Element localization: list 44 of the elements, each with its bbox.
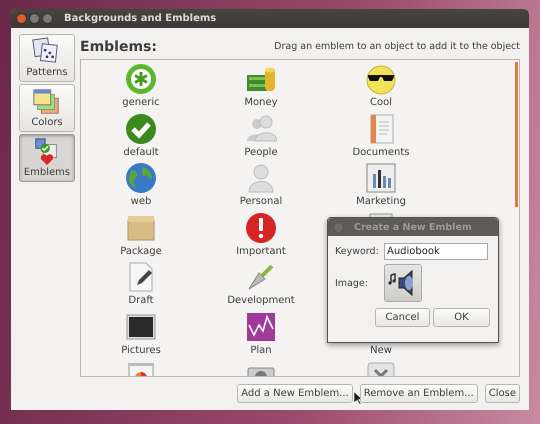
mouse-pointer-icon <box>352 390 363 406</box>
emblem-label: Cool <box>370 97 392 108</box>
emblem-label: Money <box>244 97 278 108</box>
emblem-label: Important <box>236 246 286 256</box>
dialog-button[interactable]: Close <box>484 384 520 403</box>
exclamation-icon[interactable] <box>245 212 277 244</box>
sidebar-tab[interactable]: Colors <box>19 84 75 132</box>
globe-icon[interactable] <box>125 162 157 194</box>
window-title: Backgrounds and Emblems <box>64 13 216 24</box>
emblem-label: Package <box>120 246 162 256</box>
minimize-button[interactable] <box>29 13 40 24</box>
field-label: Image: <box>335 278 369 288</box>
emblem-label: People <box>244 146 278 158</box>
dialog-title: Create a New Emblem <box>354 222 472 232</box>
field-label: Keyword: <box>335 246 380 257</box>
emblem-label: default <box>123 146 159 158</box>
emblem-label: Development <box>227 295 295 306</box>
keyword-field[interactable]: Audiobook <box>384 243 488 260</box>
dialog-button[interactable]: Cancel <box>375 308 430 327</box>
dialog-button[interactable]: OK <box>433 308 490 327</box>
emblem-label: Documents <box>352 146 410 158</box>
asterisk-icon[interactable] <box>125 63 157 95</box>
sidebar-tab[interactable]: Emblems <box>19 134 75 182</box>
maximize-button[interactable] <box>42 13 53 24</box>
emblem-label: web <box>130 196 152 207</box>
image-button[interactable] <box>384 264 422 302</box>
graph-icon[interactable] <box>245 310 277 342</box>
close-button[interactable] <box>16 13 27 24</box>
emblem-label: Marketing <box>356 196 406 207</box>
scroll-bar[interactable] <box>515 62 518 207</box>
emblem-label: Plan <box>250 344 272 356</box>
checkmark-icon[interactable] <box>125 112 157 144</box>
dialog-button[interactable]: Add a New Emblem... <box>237 384 353 403</box>
sunglasses-smiley-icon[interactable] <box>365 63 397 95</box>
emblem-label: generic <box>122 97 160 108</box>
emblem-label: Pictures <box>121 344 161 356</box>
sidebar-tab[interactable]: Patterns <box>19 34 75 82</box>
chart-icon[interactable] <box>365 162 397 194</box>
emblem-label: New <box>370 344 392 356</box>
section-heading: Emblems: <box>80 38 157 54</box>
dialog-button[interactable]: Remove an Emblem... <box>360 384 478 403</box>
emblem-label: Personal <box>240 196 282 207</box>
hint-text: Drag an emblem to an object to add it to the object <box>274 41 520 52</box>
emblem-label: Draft <box>128 295 154 306</box>
